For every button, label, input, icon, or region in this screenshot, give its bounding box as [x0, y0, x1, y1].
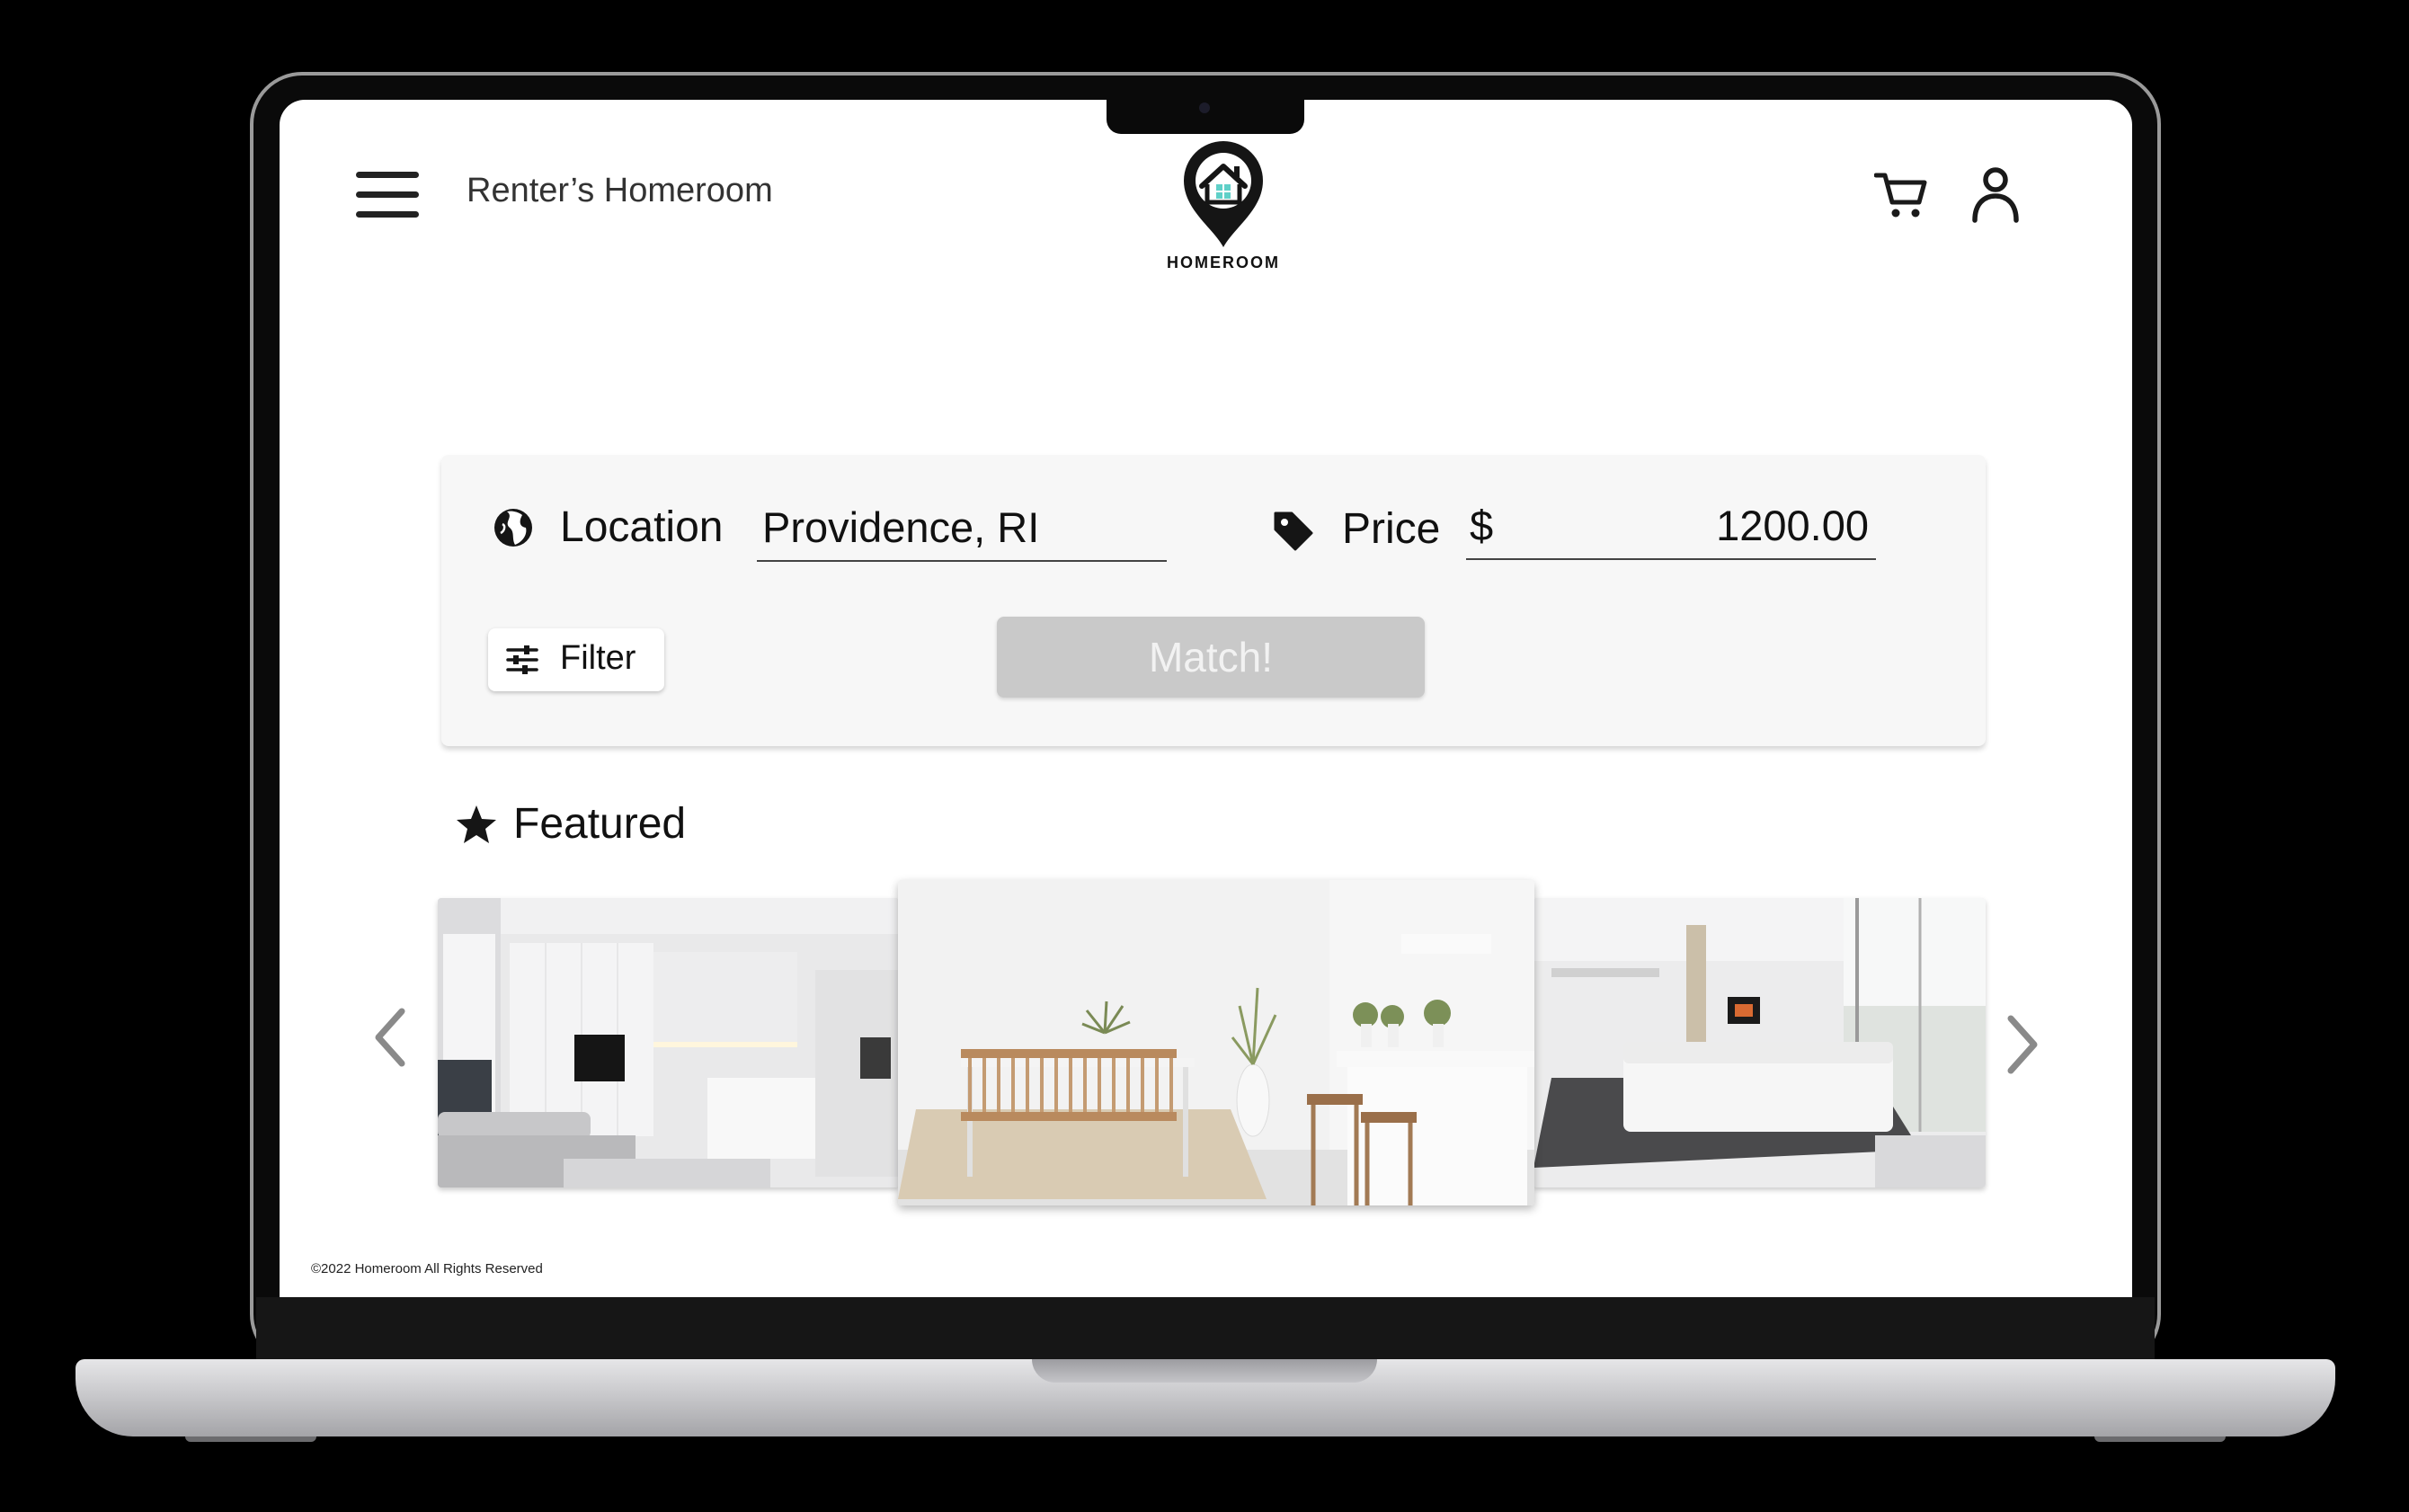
camera-icon [1199, 102, 1210, 113]
chevron-left-icon[interactable] [371, 1008, 407, 1067]
star-icon [457, 805, 496, 843]
price-label: Price [1342, 505, 1441, 553]
listing-photo-living-kitchen[interactable] [438, 898, 899, 1187]
price-value: 1200.00 [1716, 502, 1869, 549]
map-pin-house-icon [1184, 141, 1263, 247]
price-input[interactable]: $ 1200.00 [1466, 501, 1876, 560]
match-button[interactable]: Match! [997, 617, 1425, 698]
search-card [441, 455, 1986, 746]
app-screen: Renter’s Homeroom HOMEROOM Location Prov… [280, 100, 2132, 1297]
cart-icon[interactable] [1873, 170, 1928, 220]
featured-title: Featured [513, 800, 687, 848]
filter-button[interactable]: Filter [488, 628, 664, 691]
logo-wordmark: HOMEROOM [1167, 253, 1280, 271]
listing-photo-dining[interactable] [898, 880, 1534, 1205]
globe-icon [494, 509, 532, 547]
user-icon[interactable] [1970, 165, 2021, 224]
hamburger-icon[interactable] [356, 172, 419, 218]
laptop-foot [2094, 1436, 2226, 1442]
location-input[interactable]: Providence, RI [757, 503, 1167, 562]
chevron-right-icon[interactable] [2005, 1015, 2041, 1074]
laptop-opening-notch [1032, 1359, 1377, 1383]
app-name: Renter’s Homeroom [467, 172, 773, 209]
homeroom-logo[interactable]: HOMEROOM [1160, 139, 1286, 274]
location-label: Location [560, 503, 724, 551]
footer-copyright: ©2022 Homeroom All Rights Reserved [311, 1261, 543, 1276]
filter-label: Filter [560, 639, 636, 677]
sliders-icon [506, 645, 538, 674]
price-tag-icon [1274, 511, 1313, 551]
laptop-foot [185, 1436, 316, 1442]
screen-bezel-bottom [256, 1297, 2155, 1362]
listing-photo-lounge[interactable] [1533, 898, 1986, 1187]
price-currency: $ [1470, 502, 1494, 549]
